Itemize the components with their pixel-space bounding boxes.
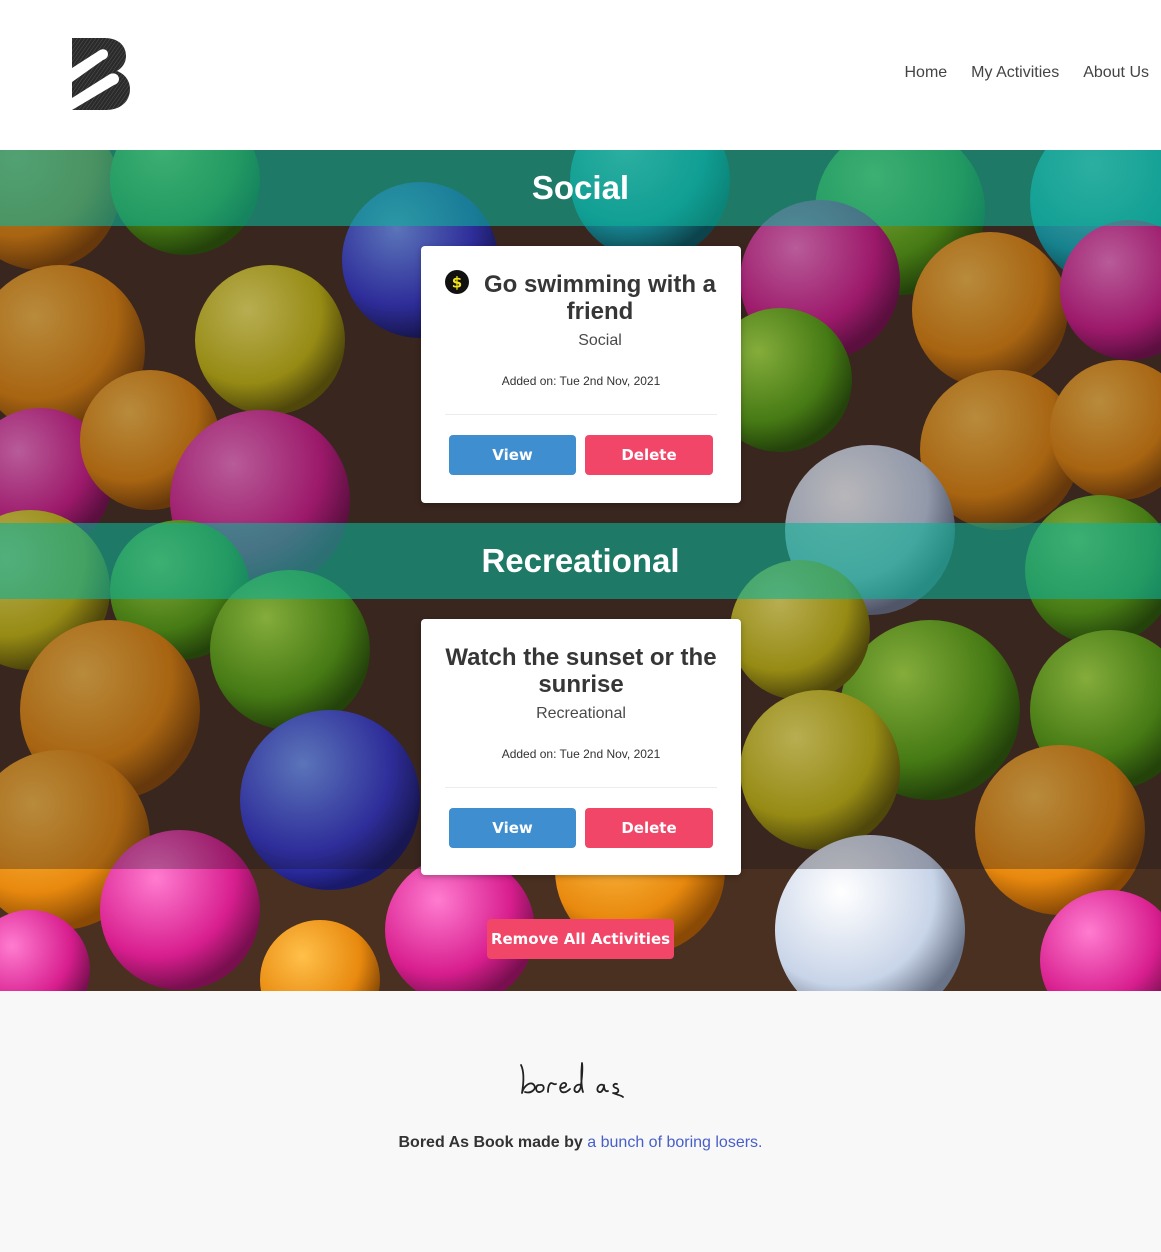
remove-all-activities-button[interactable]: Remove All Activities [487, 919, 674, 959]
site-footer: Bored As Book made by a bunch of boring … [0, 991, 1161, 1252]
site-header: Home My Activities About Us [0, 0, 1161, 150]
main-nav: Home My Activities About Us [904, 64, 1149, 82]
nav-my-activities[interactable]: My Activities [971, 64, 1059, 82]
added-date: Added on: Tue 2nd Nov, 2021 [501, 747, 661, 761]
nav-about-us[interactable]: About Us [1083, 64, 1149, 82]
category-heading: Social [531, 169, 630, 206]
delete-button[interactable]: Delete [585, 808, 713, 848]
dollar-coin-icon: $ [445, 270, 469, 294]
card-divider [445, 787, 717, 788]
activities-section: Social $ Go swimming with a friend Socia… [0, 150, 1161, 991]
added-date: Added on: Tue 2nd Nov, 2021 [501, 374, 661, 388]
nav-home[interactable]: Home [904, 64, 947, 82]
svg-text:$: $ [452, 274, 462, 292]
card-divider [445, 414, 717, 415]
view-button[interactable]: View [449, 435, 576, 475]
bored-as-logo[interactable] [70, 38, 132, 110]
bored-as-script-logo [515, 1059, 645, 1099]
activity-card: Watch the sunset or the sunrise Recreati… [421, 619, 741, 875]
delete-button[interactable]: Delete [585, 435, 713, 475]
footer-credit: Bored As Book made by a bunch of boring … [0, 1134, 1161, 1152]
activity-title: Watch the sunset or the sunrise [445, 644, 717, 698]
view-button[interactable]: View [449, 808, 576, 848]
category-heading: Recreational [481, 542, 680, 579]
activity-title: Go swimming with a friend [483, 271, 717, 325]
footer-credit-link[interactable]: a bunch of boring losers. [587, 1134, 762, 1151]
category-band-social: Social [0, 150, 1161, 226]
footer-credit-bold: Bored As Book made by [398, 1134, 583, 1151]
activity-type: Recreational [536, 705, 626, 722]
activity-card: $ Go swimming with a friend Social Added… [421, 246, 741, 503]
category-band-recreational: Recreational [0, 523, 1161, 599]
activity-type: Social [578, 332, 622, 349]
